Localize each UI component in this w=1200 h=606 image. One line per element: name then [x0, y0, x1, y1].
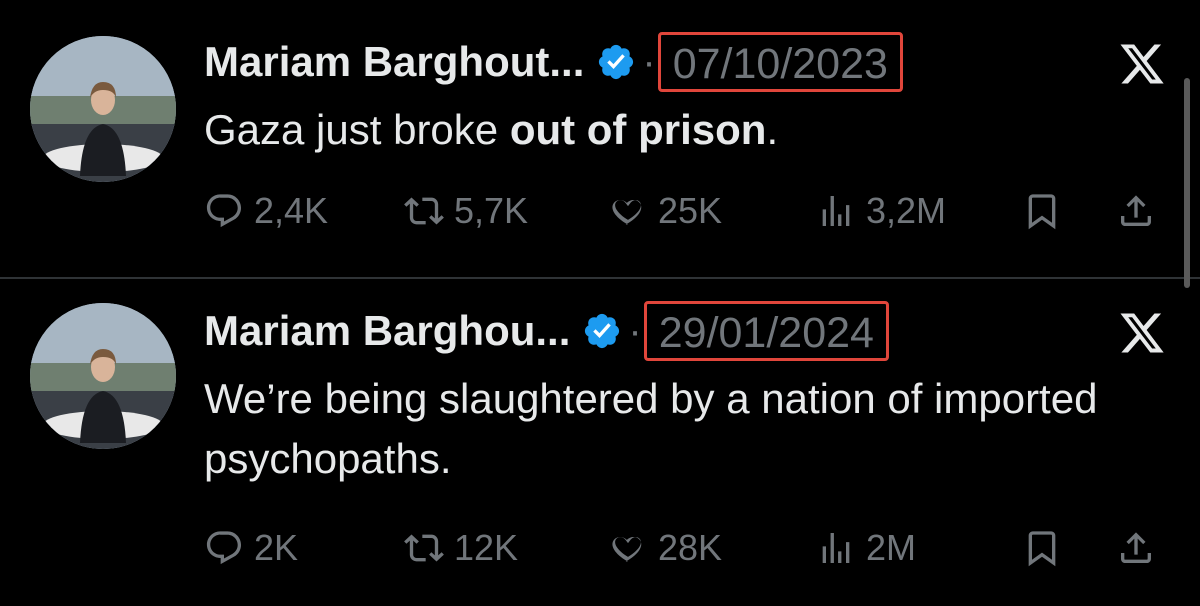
views-button[interactable]: 3,2M	[816, 186, 946, 236]
tweet-text-part: Gaza just broke	[204, 106, 510, 153]
bookmark-button[interactable]	[1022, 523, 1062, 573]
author-name[interactable]: Mariam Barghou...	[204, 307, 570, 355]
repost-button[interactable]: 12K	[404, 523, 518, 573]
views-icon	[822, 533, 850, 563]
avatar[interactable]	[30, 36, 176, 182]
avatar[interactable]	[30, 303, 176, 449]
author-name[interactable]: Mariam Barghout...	[204, 38, 584, 86]
x-logo-icon[interactable]	[1118, 309, 1166, 357]
share-button[interactable]	[1116, 523, 1156, 573]
tweet-text-end: .	[766, 106, 779, 153]
reply-count: 2K	[254, 527, 299, 568]
views-icon	[822, 196, 850, 226]
x-logo-icon[interactable]	[1118, 40, 1166, 88]
reply-icon	[206, 194, 242, 228]
repost-icon	[404, 197, 444, 225]
like-icon	[612, 199, 642, 225]
tweet-header: Mariam Barghou... · 29/01/2024	[204, 301, 889, 361]
reply-icon	[206, 531, 242, 565]
separator-dot: ·	[642, 39, 656, 84]
scrollbar[interactable]	[1184, 78, 1190, 288]
tweet-header: Mariam Barghout... · 07/10/2023	[204, 32, 903, 92]
bookmark-icon	[1028, 194, 1056, 230]
like-count: 28K	[658, 527, 723, 568]
share-button[interactable]	[1116, 186, 1156, 236]
tweet-date[interactable]: 29/01/2024	[643, 301, 889, 361]
like-icon	[612, 536, 642, 562]
verified-badge-icon	[582, 311, 622, 351]
tweet-actions: 2,4K 5,7K 25K 3,2M	[204, 186, 1170, 236]
verified-badge-icon	[596, 42, 636, 82]
repost-count: 5,7K	[454, 190, 529, 231]
bookmark-icon	[1028, 531, 1056, 567]
like-button[interactable]: 28K	[608, 523, 722, 573]
views-count: 2M	[866, 527, 917, 568]
like-count: 25K	[658, 190, 723, 231]
tweet-date[interactable]: 07/10/2023	[657, 32, 903, 92]
tweet-card[interactable]: Mariam Barghou... · 29/01/2024 We’re bei…	[0, 279, 1200, 606]
views-button[interactable]: 2M	[816, 523, 916, 573]
like-button[interactable]: 25K	[608, 186, 722, 236]
tweet-text: Gaza just broke out of prison.	[204, 100, 1164, 160]
separator-dot: ·	[628, 308, 642, 353]
tweet-text: We’re being slaughtered by a nation of i…	[204, 369, 1164, 489]
tweet-text-part: We’re being slaughtered by a nation of i…	[204, 375, 1098, 482]
repost-icon	[404, 534, 444, 562]
repost-count: 12K	[454, 527, 519, 568]
reply-count: 2,4K	[254, 190, 329, 231]
tweet-card[interactable]: Mariam Barghout... · 07/10/2023 Gaza jus…	[0, 0, 1200, 278]
tweet-text-bold: out of prison	[509, 106, 767, 153]
repost-button[interactable]: 5,7K	[404, 186, 528, 236]
tweet-actions: 2K 12K 28K 2M	[204, 523, 1170, 573]
share-icon	[1121, 532, 1151, 563]
share-icon	[1121, 195, 1151, 226]
reply-button[interactable]: 2,4K	[204, 186, 328, 236]
reply-button[interactable]: 2K	[204, 523, 298, 573]
bookmark-button[interactable]	[1022, 186, 1062, 236]
views-count: 3,2M	[866, 190, 947, 231]
